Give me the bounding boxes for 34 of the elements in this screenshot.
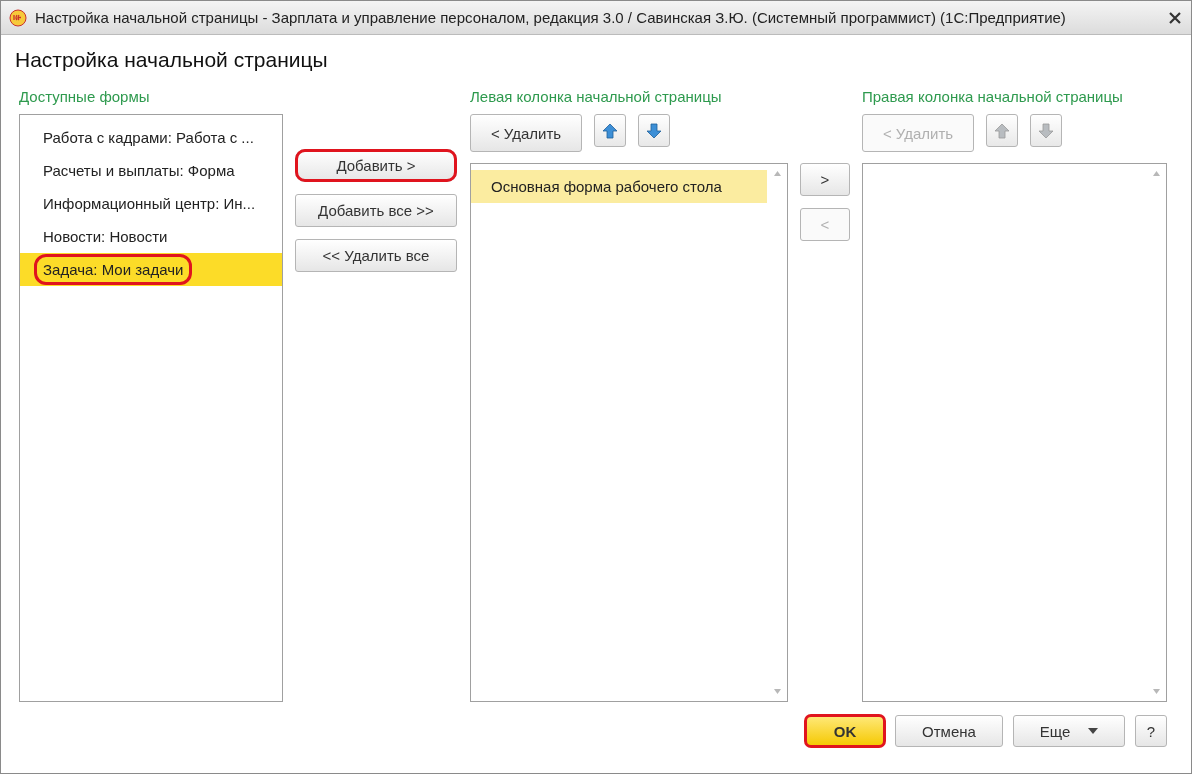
column-label: Доступные формы: [19, 88, 151, 107]
list-item[interactable]: Информационный центр: Ин...: [20, 187, 282, 220]
form-heading: Настройка начальной страницы: [15, 48, 329, 72]
list-item[interactable]: Основная форма рабочего стола: [471, 170, 767, 203]
column-label: Левая колонка начальной страницы: [470, 88, 723, 107]
list-item[interactable]: Работа с кадрами: Работа с ...: [20, 121, 282, 154]
scroll-up-icon: [1153, 171, 1160, 176]
list-item[interactable]: Новости: Новости: [20, 220, 282, 253]
list-item[interactable]: Расчеты и выплаты: Форма: [20, 154, 282, 187]
close-icon: [1169, 11, 1181, 24]
column-label: Правая колонка начальной страницы: [862, 88, 1124, 107]
up-arrow-icon: [602, 122, 618, 139]
list-item[interactable]: Задача: Мои задачи: [20, 253, 282, 286]
more-button[interactable]: Еще: [1013, 715, 1125, 747]
scroll-up-icon: [774, 171, 781, 176]
ok-button[interactable]: OK: [805, 715, 885, 747]
down-arrow-icon: [646, 122, 662, 139]
down-arrow-icon: [1038, 122, 1054, 139]
window-title: Настройка начальной страницы - Зарплата и управление персоналом, редакция 3.0 / Савинская З.Ю. (Системный программист) (1С:Предприятие): [35, 9, 1067, 26]
scroll-down-icon: [774, 689, 781, 694]
remove-button[interactable]: < Удалить: [470, 114, 582, 152]
cancel-button[interactable]: Отмена: [895, 715, 1003, 747]
move-up-button[interactable]: [594, 114, 626, 147]
close-button[interactable]: [1167, 9, 1183, 26]
help-button[interactable]: ?: [1135, 715, 1167, 747]
up-arrow-icon: [994, 122, 1010, 139]
transfer-button[interactable]: Добавить все >>: [295, 194, 457, 227]
transfer-button[interactable]: << Удалить все: [295, 239, 457, 272]
scroll-down-icon: [1153, 689, 1160, 694]
move-button[interactable]: >: [800, 163, 850, 196]
caret-icon: [1088, 728, 1099, 734]
move-down-button[interactable]: [638, 114, 670, 147]
app-logo-icon: [9, 8, 27, 27]
transfer-button[interactable]: Добавить >: [295, 149, 457, 182]
